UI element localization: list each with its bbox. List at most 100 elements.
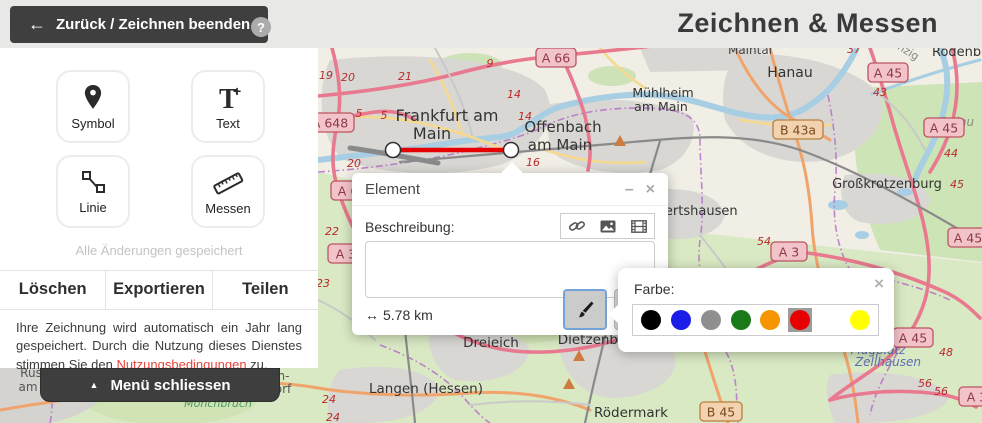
back-arrow-icon: ← — [28, 14, 46, 35]
tool-text-button[interactable]: T + Text — [191, 70, 265, 143]
map-place-label: Mühlheim — [632, 85, 693, 100]
storage-notice: Ihre Zeichnung wird automatisch ein Jahr… — [0, 310, 318, 374]
tool-measure-button[interactable]: Messen — [191, 155, 265, 228]
map-route-number: 16 — [526, 156, 540, 169]
color-brush-button[interactable] — [563, 289, 607, 330]
swatch-color-dot — [760, 310, 780, 330]
close-icon[interactable]: × — [646, 182, 655, 198]
svg-text:A 3: A 3 — [779, 245, 799, 260]
map-route-number: 20 — [347, 157, 361, 170]
brush-icon — [575, 300, 595, 320]
svg-text:A 66: A 66 — [542, 51, 570, 66]
map-route-number: 48 — [939, 346, 953, 359]
map-pin-icon — [80, 83, 106, 113]
map-route-number: 23 — [316, 277, 330, 290]
map-place-label: Dreieich — [463, 335, 519, 351]
color-swatch-black[interactable] — [639, 308, 663, 332]
map-place-label: Rödermark — [594, 405, 668, 421]
map-route-number: 56 — [934, 385, 948, 398]
map-place-label: Großkrotzenburg — [832, 177, 942, 192]
film-icon — [631, 220, 647, 233]
tool-symbol-button[interactable]: Symbol — [56, 70, 130, 143]
map-place-label: Offenbach — [524, 118, 601, 136]
svg-text:+: + — [233, 83, 241, 99]
color-swatch-red[interactable] — [788, 308, 812, 332]
measure-endpoint-handle[interactable] — [504, 143, 519, 158]
saved-status-text: Alle Änderungen gespeichert — [0, 243, 318, 258]
text-plus-icon: T + — [211, 83, 245, 113]
map-route-number: 19 — [319, 69, 333, 82]
minimize-icon[interactable]: – — [625, 182, 634, 198]
map-route-number: 5 — [381, 109, 388, 122]
color-swatch-blue[interactable] — [669, 308, 693, 332]
insert-link-button[interactable] — [561, 214, 592, 238]
road-shield: B 45 — [700, 402, 742, 421]
map-route-number: 9 — [487, 57, 494, 70]
svg-text:B 45: B 45 — [707, 405, 735, 420]
delete-button[interactable]: Löschen — [0, 271, 105, 309]
color-swatch-orange[interactable] — [758, 308, 782, 332]
tool-line-button[interactable]: Linie — [56, 155, 130, 228]
map-route-number: 14 — [507, 88, 521, 101]
insert-image-button[interactable] — [592, 214, 623, 238]
svg-text:A 45: A 45 — [930, 121, 958, 136]
measurement-text: 5.78 km — [383, 307, 433, 323]
road-shield: A 45 — [868, 63, 908, 82]
drawing-tools-sidebar: Symbol T + Text Linie — [0, 48, 318, 368]
tool-measure-label: Messen — [205, 201, 251, 216]
tool-grid: Symbol T + Text Linie — [56, 70, 318, 228]
swatch-color-dot — [820, 310, 840, 330]
back-finish-drawing-button[interactable]: ← Zurück / Zeichnen beenden — [10, 6, 268, 43]
svg-text:A 45: A 45 — [899, 331, 927, 346]
measurement-value: ↔ 5.78 km — [365, 307, 433, 323]
map-route-number: 24 — [322, 393, 336, 406]
map-place-label: am Main — [528, 136, 592, 154]
color-swatch-white[interactable] — [818, 308, 842, 332]
header-bar: ← Zurück / Zeichnen beenden ? Zeichnen &… — [0, 0, 982, 48]
measure-endpoint-handle[interactable] — [386, 143, 401, 158]
map-route-number: 44 — [944, 147, 958, 160]
road-shield: A 66 — [536, 48, 576, 67]
color-popup-close-icon[interactable]: × — [874, 274, 884, 294]
color-swatch-yellow[interactable] — [848, 308, 872, 332]
map-route-number: 56 — [918, 377, 932, 390]
map-place-label: Main — [413, 124, 451, 143]
back-button-label: Zurück / Zeichnen beenden — [56, 16, 250, 33]
svg-text:A 45: A 45 — [954, 231, 982, 246]
map-place-label: am — [18, 380, 37, 394]
map-route-number: 21 — [398, 70, 412, 83]
color-swatch-green[interactable] — [729, 308, 753, 332]
map-route-number: 14 — [518, 110, 532, 123]
color-swatch-row — [632, 304, 879, 336]
share-button[interactable]: Teilen — [212, 271, 318, 309]
menu-close-button[interactable]: ▲ Menü schliessen — [40, 368, 280, 402]
swatch-color-dot — [641, 310, 661, 330]
element-popup-header[interactable]: Element – × — [352, 173, 668, 206]
tool-line-label: Linie — [79, 200, 106, 215]
popup-pointer-left — [608, 305, 618, 323]
map-route-number: 20 — [341, 71, 355, 84]
color-popup-label: Farbe: — [634, 281, 674, 297]
description-label: Beschreibung: — [365, 219, 455, 239]
road-shield: A 45 — [924, 118, 964, 137]
popup-pointer — [501, 162, 523, 173]
description-toolbar — [560, 213, 655, 239]
road-shield: A 45 — [893, 328, 933, 347]
swatch-color-dot — [671, 310, 691, 330]
map-route-number: 5 — [356, 107, 363, 120]
insert-video-button[interactable] — [623, 214, 654, 238]
swatch-color-dot — [850, 310, 870, 330]
map-route-number: 45 — [950, 178, 964, 191]
road-shield: A 3 — [771, 242, 807, 261]
map-route-number: 22 — [325, 225, 339, 238]
svg-text:A 45: A 45 — [874, 66, 902, 81]
menu-close-label: Menü schliessen — [110, 377, 230, 394]
export-button[interactable]: Exportieren — [105, 271, 211, 309]
map-place-label: Hanau — [767, 65, 812, 81]
help-icon[interactable]: ? — [251, 17, 271, 37]
line-icon — [79, 169, 107, 197]
svg-text:B 43a: B 43a — [780, 123, 816, 138]
color-swatch-gray[interactable] — [699, 308, 723, 332]
description-input[interactable] — [365, 241, 655, 298]
ruler-icon — [211, 168, 245, 198]
